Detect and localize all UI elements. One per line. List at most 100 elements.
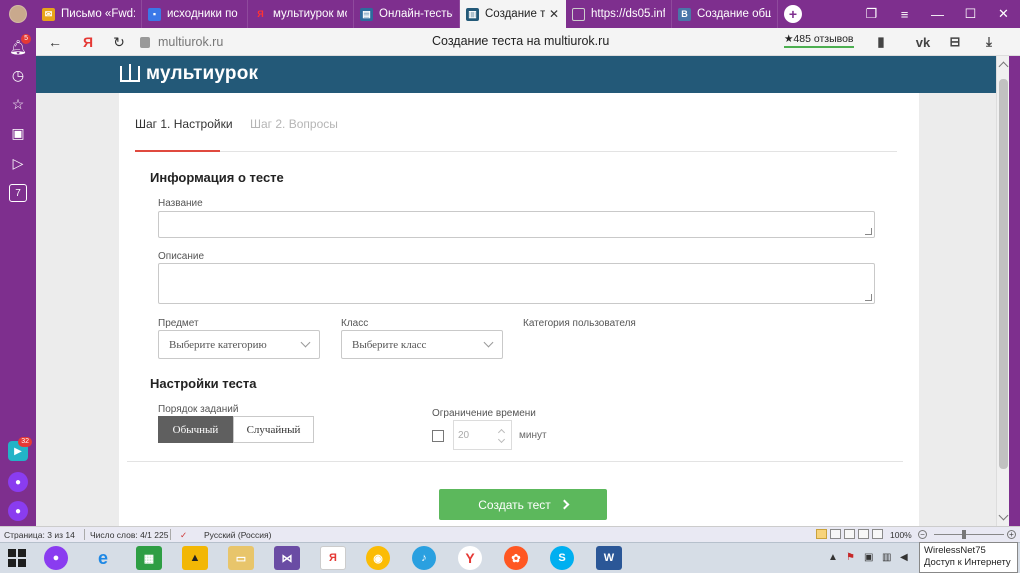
collections-icon[interactable]: ▣: [9, 124, 27, 142]
store-icon[interactable]: ▦: [136, 546, 162, 570]
profile-button[interactable]: [0, 0, 36, 28]
history-icon[interactable]: ◷: [9, 66, 27, 84]
tabs-icon[interactable]: ❐: [855, 0, 888, 28]
stepper-down-icon[interactable]: [497, 435, 506, 444]
mail-icon: ✉: [42, 7, 55, 21]
order-random-button[interactable]: Случайный: [233, 416, 314, 443]
skype-icon[interactable]: S: [550, 546, 574, 570]
word-icon[interactable]: W: [596, 546, 622, 570]
scrollbar-thumb[interactable]: [999, 79, 1008, 469]
alice-alt-icon[interactable]: ●: [8, 501, 28, 521]
start-button[interactable]: [8, 549, 26, 567]
calendar-icon[interactable]: 7: [9, 184, 27, 202]
class-select[interactable]: Выберите класс: [341, 330, 503, 359]
page-counter[interactable]: Страница: 3 из 14: [4, 530, 75, 540]
settings-section-title: Настройки теста: [150, 376, 257, 391]
tray-flag-icon[interactable]: ⚑: [846, 552, 855, 563]
alice-icon[interactable]: ●: [8, 472, 28, 492]
url-field[interactable]: multiurok.ru: [140, 32, 223, 52]
draft-view-icon[interactable]: [872, 529, 883, 539]
bell-icon[interactable]: 🔔︎ 5: [9, 34, 31, 56]
tab-label: исходники по к: [167, 8, 241, 20]
reading-view-icon[interactable]: [830, 529, 841, 539]
download-icon[interactable]: ⤓: [980, 33, 998, 51]
zoom-out-icon[interactable]: −: [918, 530, 927, 539]
zoom-slider-thumb[interactable]: [962, 530, 966, 539]
tab-vk-create[interactable]: В Создание обще: [672, 0, 778, 28]
scroll-down-icon[interactable]: [998, 510, 1009, 521]
step-questions-tab[interactable]: Шаг 2. Вопросы: [250, 117, 338, 131]
media-icon[interactable]: ✿: [504, 546, 528, 570]
minimize-icon[interactable]: —: [921, 0, 954, 28]
tooltip-network-name: WirelessNet75: [924, 545, 986, 556]
page-icon: [572, 7, 585, 21]
back-icon[interactable]: ←: [46, 33, 64, 51]
alice-taskbar-icon[interactable]: ●: [44, 546, 68, 570]
spellcheck-icon[interactable]: ✓: [180, 530, 187, 541]
play-icon[interactable]: ▷: [9, 154, 27, 172]
tray-app-icon[interactable]: ▣: [864, 552, 873, 563]
language-indicator[interactable]: Русский (Россия): [204, 530, 271, 540]
zoom-level[interactable]: 100%: [890, 530, 912, 540]
web-layout-icon[interactable]: [844, 529, 855, 539]
name-input[interactable]: [158, 211, 875, 238]
zoom-slider[interactable]: [934, 534, 1004, 535]
tab-mail[interactable]: ✉ Письмо «Fwd: Д: [36, 0, 142, 28]
folder-icon[interactable]: ▭: [228, 546, 254, 570]
maximize-icon[interactable]: ☐: [954, 0, 987, 28]
visual-studio-icon[interactable]: ⋈: [274, 546, 300, 570]
internet-explorer-icon[interactable]: e: [90, 546, 116, 570]
tab-create-test[interactable]: ▥ Создание тес ✕: [460, 0, 566, 28]
mobile-icon: ▪: [148, 7, 161, 21]
tab-yandex-search[interactable]: Ямультиурок мо: [248, 0, 354, 28]
page-title: Создание теста на multiurok.ru: [432, 34, 610, 48]
notification-badge: 5: [21, 34, 31, 44]
close-window-icon[interactable]: ✕: [987, 0, 1020, 28]
word-counter[interactable]: Число слов: 4/1 225: [90, 530, 168, 540]
tab-ds05[interactable]: https://ds05.info: [566, 0, 672, 28]
reviews-badge[interactable]: ★485 отзывов: [784, 33, 854, 48]
lock-icon: [140, 36, 150, 48]
outline-view-icon[interactable]: [858, 529, 869, 539]
tooltip-network-status: Доступ к Интернету: [924, 557, 1011, 568]
time-unit-label: минут: [519, 430, 547, 441]
tray-arrow-icon[interactable]: ▲: [828, 552, 838, 563]
browser-tab-strip: ✉ Письмо «Fwd: Д ▪ исходники по к Ямультиу…: [0, 0, 1020, 28]
tray-network-icon[interactable]: ▥: [882, 552, 891, 563]
reload-icon[interactable]: ↻: [110, 33, 128, 51]
time-limit-input[interactable]: 20: [453, 420, 512, 450]
chevron-down-icon: [483, 337, 494, 348]
description-input[interactable]: [158, 263, 875, 304]
subject-select[interactable]: Выберите категорию: [158, 330, 320, 359]
tab-label: https://ds05.info: [591, 8, 665, 20]
close-icon[interactable]: ✕: [549, 7, 559, 21]
scroll-up-icon[interactable]: [998, 61, 1009, 72]
time-limit-checkbox[interactable]: [432, 430, 444, 442]
tab-sources[interactable]: ▪ исходники по к: [142, 0, 248, 28]
tab-online-tests[interactable]: ▤ Онлайн-тесты: [354, 0, 460, 28]
yandex-taskbar-icon[interactable]: Я: [320, 546, 346, 570]
window-controls: ❐ ≡ — ☐ ✕: [855, 0, 1020, 28]
site-logo[interactable]: мультиурок: [120, 63, 258, 85]
notifications-icon[interactable]: ≡: [888, 0, 921, 28]
step-settings-tab[interactable]: Шаг 1. Настройки: [135, 117, 233, 131]
print-layout-icon[interactable]: [816, 529, 827, 539]
new-tab-button[interactable]: +: [778, 0, 808, 28]
tab-label: Создание обще: [697, 8, 771, 20]
chrome-icon[interactable]: ◉: [366, 546, 390, 570]
warning-app-icon[interactable]: ▲: [182, 546, 208, 570]
create-test-button[interactable]: Создать тест: [439, 489, 607, 520]
star-icon[interactable]: ☆: [9, 95, 27, 113]
bookmark-icon[interactable]: ▮: [872, 33, 890, 51]
itunes-icon[interactable]: ♪: [412, 546, 436, 570]
time-limit-value: 20: [458, 430, 470, 441]
page-scrollbar[interactable]: [996, 56, 1009, 526]
zoom-in-icon[interactable]: +: [1007, 530, 1016, 539]
app-icon[interactable]: ▶ 32: [8, 437, 32, 461]
order-normal-button[interactable]: Обычный: [158, 416, 233, 443]
translate-icon[interactable]: ⊟: [946, 33, 964, 51]
vk-toolbar-icon[interactable]: vk: [914, 33, 932, 51]
yandex-home-icon[interactable]: Я: [79, 33, 97, 51]
volume-icon[interactable]: ◀: [900, 552, 908, 563]
yandex-browser-icon[interactable]: Y: [458, 546, 482, 570]
